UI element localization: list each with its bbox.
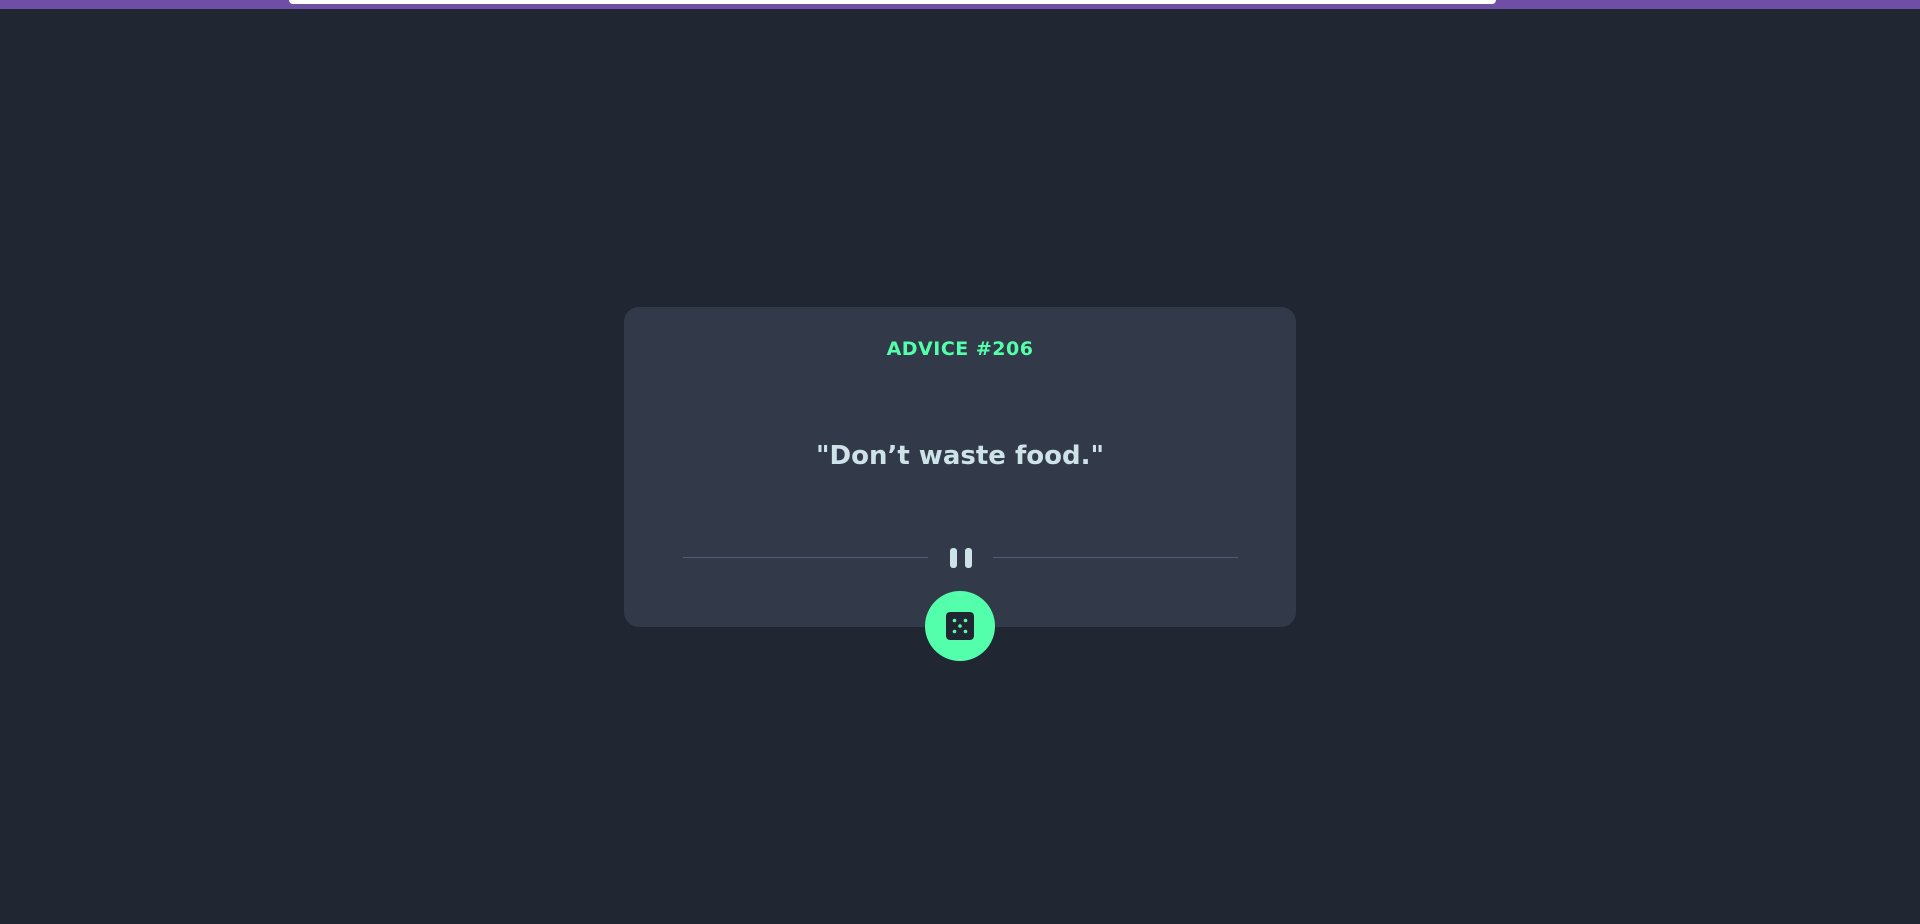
- pause-icon-bar-right: [965, 548, 972, 568]
- browser-top-bar-highlight: [289, 0, 1496, 4]
- advice-text: "Don’t waste food.": [815, 441, 1105, 471]
- browser-top-bar: [0, 0, 1920, 9]
- dice-icon: [946, 612, 974, 640]
- advice-id: ADVICE #206: [886, 338, 1034, 360]
- pause-icon-bar-left: [950, 548, 957, 568]
- advice-card: ADVICE #206 "Don’t waste food.": [624, 307, 1296, 627]
- pause-icon: [947, 548, 975, 568]
- new-advice-button[interactable]: [925, 591, 995, 661]
- pattern-divider: [683, 548, 1238, 568]
- divider-line-left: [683, 557, 928, 558]
- divider-line-right: [993, 557, 1238, 558]
